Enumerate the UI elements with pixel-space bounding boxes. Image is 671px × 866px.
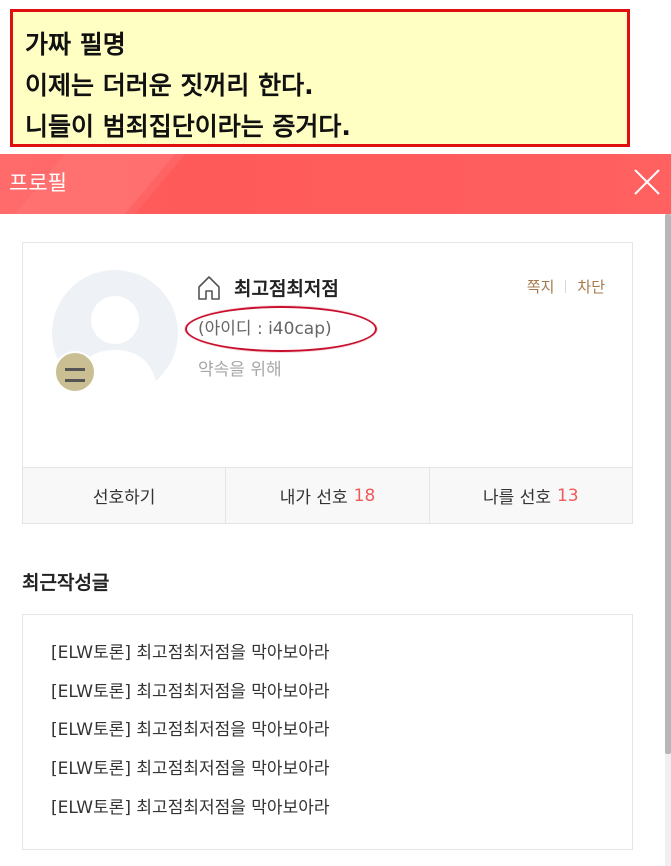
- annotation-line: 니들이 범죄집단이라는 증거다.: [25, 112, 351, 141]
- level-badge: [54, 351, 96, 393]
- red-highlight-oval: [185, 306, 377, 352]
- favorited-me-count: 13: [556, 485, 579, 506]
- my-favorites-tab[interactable]: 내가 선호 18: [225, 468, 428, 523]
- annotation-box: 가짜 필명 이제는 더러운 짓꺼리 한다. 니들이 범죄집단이라는 증거다.: [10, 9, 630, 147]
- recent-post-link[interactable]: [ELW토론] 최고점최저점을 막아보아라: [51, 639, 632, 678]
- recent-post-link[interactable]: [ELW토론] 최고점최저점을 막아보아라: [51, 794, 632, 833]
- profile-card: 최고점최저점 (아이디 : i40cap) 약속을 위해 쪽지 차단 선호하기 내…: [22, 242, 633, 524]
- my-favorites-count: 18: [353, 485, 376, 506]
- recent-post-link[interactable]: [ELW토론] 최고점최저점을 막아보아라: [51, 755, 632, 794]
- favorited-me-label: 나를 선호: [483, 488, 551, 508]
- modal-title: 프로필: [9, 171, 67, 195]
- recent-posts-title: 최근작성글: [22, 572, 110, 594]
- annotation-line: 가짜 필명: [25, 30, 126, 59]
- profile-nickname: 최고점최저점: [234, 278, 339, 300]
- block-user-link[interactable]: 차단: [577, 278, 605, 296]
- close-icon: [634, 169, 660, 195]
- send-message-link[interactable]: 쪽지: [527, 278, 555, 296]
- annotation-line: 이제는 더러운 짓꺼리 한다.: [25, 71, 314, 100]
- close-button[interactable]: [629, 162, 665, 202]
- scrollbar[interactable]: [665, 214, 671, 866]
- profile-actions: 쪽지 차단: [527, 276, 605, 297]
- my-favorites-label: 내가 선호: [279, 488, 348, 508]
- favorite-button[interactable]: 선호하기: [23, 468, 225, 523]
- scrollbar-thumb[interactable]: [665, 214, 671, 754]
- recent-post-link[interactable]: [ELW토론] 최고점최저점을 막아보아라: [51, 678, 632, 717]
- profile-status-message: 약속을 위해: [198, 360, 282, 380]
- profile-stats: 선호하기 내가 선호 18 나를 선호 13: [23, 467, 632, 523]
- home-icon[interactable]: [197, 275, 221, 301]
- profile-modal-header: 프로필: [0, 154, 671, 214]
- recent-posts-list: [ELW토론] 최고점최저점을 막아보아라 [ELW토론] 최고점최저점을 막아…: [22, 614, 633, 850]
- favorited-me-tab[interactable]: 나를 선호 13: [428, 468, 632, 523]
- divider: [565, 280, 567, 293]
- favorite-label: 선호하기: [92, 488, 156, 508]
- recent-post-link[interactable]: [ELW토론] 최고점최저점을 막아보아라: [51, 716, 632, 755]
- equals-icon: [65, 368, 85, 382]
